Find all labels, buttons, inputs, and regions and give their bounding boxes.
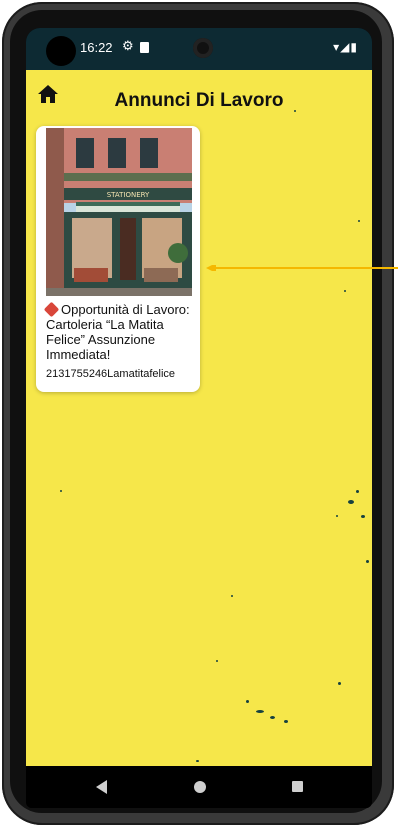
home-circle-icon[interactable] bbox=[194, 781, 206, 793]
back-icon[interactable] bbox=[96, 780, 107, 794]
background-speck bbox=[361, 515, 365, 518]
background-speck bbox=[60, 490, 62, 492]
background-speck bbox=[270, 716, 275, 719]
camera-lens-icon bbox=[193, 38, 213, 58]
pushpin-icon bbox=[43, 301, 60, 318]
background-speck bbox=[246, 700, 249, 703]
listing-card[interactable]: STATIONERY Opportunità di Lavoro: Cartol… bbox=[36, 126, 200, 392]
background-speck bbox=[231, 595, 233, 597]
background-speck bbox=[256, 710, 264, 713]
listing-title: Opportunità di Lavoro: Cartoleria “La Ma… bbox=[43, 301, 196, 362]
stationery-shop-image: STATIONERY bbox=[46, 128, 192, 296]
recents-icon[interactable] bbox=[292, 781, 303, 792]
front-camera-icon bbox=[46, 36, 76, 66]
background-speck bbox=[348, 500, 354, 504]
background-speck bbox=[338, 682, 341, 685]
listing-title-text: Opportunità di Lavoro: Cartoleria “La Ma… bbox=[46, 302, 190, 362]
status-bar: 16:22 ⚙ ▾◢▮ bbox=[26, 28, 372, 70]
annotation-arrow-icon bbox=[206, 265, 398, 271]
sd-card-icon bbox=[140, 42, 149, 53]
background-speck bbox=[344, 290, 346, 292]
svg-text:STATIONERY: STATIONERY bbox=[107, 191, 150, 199]
background-speck bbox=[336, 515, 338, 517]
wifi-signal-battery-icons: ▾◢▮ bbox=[333, 40, 358, 54]
background-speck bbox=[356, 490, 359, 493]
status-time: 16:22 bbox=[80, 40, 113, 55]
device-screen: 16:22 ⚙ ▾◢▮ Annunci Di Lavoro STATIONERY… bbox=[26, 28, 372, 808]
app-screen: Annunci Di Lavoro STATIONERY Opportunità… bbox=[26, 70, 372, 766]
system-nav-bar bbox=[26, 766, 372, 808]
background-speck bbox=[284, 720, 288, 723]
app-header: Annunci Di Lavoro bbox=[26, 70, 372, 128]
page-title: Annunci Di Lavoro bbox=[114, 90, 284, 111]
background-speck bbox=[216, 660, 218, 662]
gear-icon: ⚙ bbox=[122, 38, 134, 53]
background-speck bbox=[196, 760, 199, 762]
background-speck bbox=[358, 220, 360, 222]
listing-subtitle: 2131755246Lamatitafelice bbox=[46, 368, 176, 380]
background-speck bbox=[366, 560, 369, 563]
